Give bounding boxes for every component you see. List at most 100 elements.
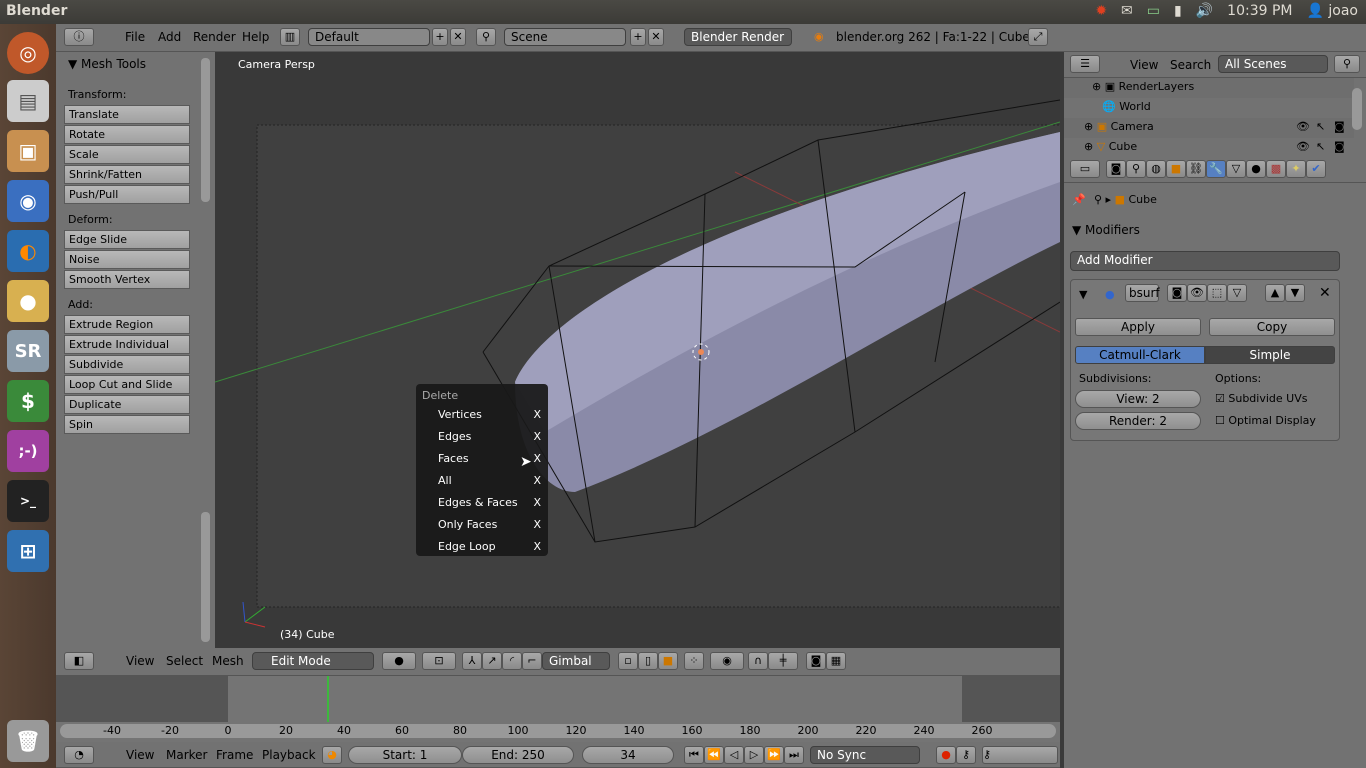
menu-playback[interactable]: Playback [262,748,316,762]
move-up-button[interactable]: ▲ [1265,284,1285,302]
menu-mesh[interactable]: Mesh [212,654,244,668]
snap-element-select[interactable]: ╪ [768,652,798,670]
blender-icon[interactable]: ◐ [7,230,49,272]
editor-type-properties-icon[interactable]: ▭ [1070,160,1100,178]
play-button[interactable]: ▷ [744,746,764,764]
loop-cut-button[interactable]: Loop Cut and Slide [64,375,190,394]
noise-button[interactable]: Noise [64,250,190,269]
network-icon[interactable]: ▮ [1174,3,1182,19]
subdivide-uvs-checkbox[interactable]: ☑ Subdivide UVs [1215,392,1307,405]
push-pull-button[interactable]: Push/Pull [64,185,190,204]
outliner-row-world[interactable]: 🌐 World [1064,98,1354,118]
proportional-edit-select[interactable]: ◉ [710,652,744,670]
collapse-arrow-icon[interactable]: ▼ [1079,288,1087,301]
chat-app-icon[interactable]: ;-) [7,430,49,472]
menu-item-all[interactable]: AllX [438,474,543,487]
mode-select[interactable]: Edit Mode [252,652,374,670]
menu-item-vertices[interactable]: VerticesX [438,408,543,421]
tab-render[interactable]: ◙ [1106,160,1126,178]
show-editmode-toggle[interactable]: ⬚ [1207,284,1227,302]
layout-add-button[interactable]: + [432,28,448,46]
menu-view-outliner[interactable]: View [1130,58,1158,72]
vertex-select-mode[interactable]: ▫ [618,652,638,670]
menu-item-edge-loop[interactable]: Edge LoopX [438,540,543,553]
outliner-row-cube[interactable]: ⊕ ▽ Cube👁↖◙ [1064,138,1354,158]
layout-select[interactable]: Default [308,28,430,46]
renderable-icon[interactable]: ◙ [1334,140,1345,153]
scale-button[interactable]: Scale [64,145,190,164]
layout-remove-button[interactable]: ✕ [450,28,466,46]
volume-icon[interactable]: 🔊 [1196,3,1213,19]
spin-button[interactable]: Spin [64,415,190,434]
menu-select[interactable]: Select [166,654,203,668]
menu-view[interactable]: View [126,654,154,668]
editor-type-info-icon[interactable]: ⓘ [64,28,94,46]
menu-frame[interactable]: Frame [216,748,253,762]
outliner-row-renderlayers[interactable]: ⊕ ▣ RenderLayers [1064,78,1354,98]
scene-select[interactable]: Scene [504,28,626,46]
workspace-switcher-icon[interactable]: ⊞ [7,530,49,572]
scale-manipulator[interactable]: ⌐ [522,652,542,670]
timeline-ruler[interactable]: -40-200204060801001201401601802002202402… [60,724,1056,738]
tab-data[interactable]: ▽ [1226,160,1246,178]
remove-modifier-icon[interactable]: ✕ [1319,285,1331,301]
outliner-scrollbar[interactable] [1352,88,1362,130]
end-frame-field[interactable]: End: 250 [462,746,574,764]
tab-constraints[interactable]: ⛓ [1186,160,1206,178]
tab-physics[interactable]: ✔ [1306,160,1326,178]
duplicate-button[interactable]: Duplicate [64,395,190,414]
sync-select[interactable]: No Sync [810,746,920,764]
layout-icon[interactable]: ▥ [280,28,300,46]
jump-keyframe-back-button[interactable]: ⏪ [704,746,724,764]
files-icon[interactable]: ▤ [7,80,49,122]
menu-marker[interactable]: Marker [166,748,207,762]
scene-icon[interactable]: ⚲ [476,28,496,46]
jump-end-button[interactable]: ⏭ [784,746,804,764]
modifier-name-field[interactable]: bsurf [1125,284,1159,302]
show-viewport-toggle[interactable]: 👁 [1187,284,1207,302]
edge-select-mode[interactable]: ▯ [638,652,658,670]
menu-help[interactable]: Help [242,30,269,44]
tab-simple[interactable]: Simple [1205,346,1335,364]
subdivide-button[interactable]: Subdivide [64,355,190,374]
auto-keyframe-toggle[interactable]: ● [936,746,956,764]
firefox-icon[interactable]: ◉ [7,180,49,222]
smooth-vertex-button[interactable]: Smooth Vertex [64,270,190,289]
start-frame-field[interactable]: Start: 1 [348,746,462,764]
tab-material[interactable]: ● [1246,160,1266,178]
sr-app-icon[interactable]: SR [7,330,49,372]
pivot-select[interactable]: ⊡ [422,652,456,670]
editor-type-3d-icon[interactable]: ◧ [64,652,94,670]
menu-add[interactable]: Add [158,30,181,44]
show-render-toggle[interactable]: ◙ [1167,284,1187,302]
mesh-tools-panel-title[interactable]: ▼ Mesh Tools [68,57,146,71]
limit-selection-toggle[interactable]: ⁘ [684,652,704,670]
render-opengl-button[interactable]: ◙ [806,652,826,670]
outliner-row-camera[interactable]: ⊕ ▣ Camera👁↖◙ [1064,118,1354,138]
outliner-filter-select[interactable]: All Scenes [1218,55,1328,73]
rotate-manipulator[interactable]: ◜ [502,652,522,670]
renderable-icon[interactable]: ◙ [1334,120,1345,133]
trash-icon[interactable]: 🗑 [7,720,49,762]
shelf-scrollbar[interactable] [201,58,210,202]
tab-world[interactable]: ◍ [1146,160,1166,178]
visibility-eye-icon[interactable]: 👁 [1296,140,1310,153]
shelf-scrollbar-lower[interactable] [201,512,210,642]
fullscreen-icon[interactable]: ⤢ [1028,28,1048,46]
menu-item-only-faces[interactable]: Only FacesX [438,518,543,531]
extrude-region-button[interactable]: Extrude Region [64,315,190,334]
ubuntu-dash-icon[interactable]: ◎ [7,32,49,74]
money-app-icon[interactable]: $ [7,380,49,422]
preview-range-toggle[interactable]: ◕ [322,746,342,764]
menu-item-edges[interactable]: EdgesX [438,430,543,443]
manipulator-toggle[interactable]: ⅄ [462,652,482,670]
editor-type-outliner-icon[interactable]: ☰ [1070,55,1100,73]
editor-type-timeline-icon[interactable]: ◔ [64,746,94,764]
copy-button[interactable]: Copy [1209,318,1335,336]
edge-slide-button[interactable]: Edge Slide [64,230,190,249]
modifiers-panel-header[interactable]: ▼ Modifiers [1072,223,1140,237]
apply-button[interactable]: Apply [1075,318,1201,336]
current-frame-line[interactable] [327,676,329,722]
scene-remove-button[interactable]: ✕ [648,28,664,46]
extrude-individual-button[interactable]: Extrude Individual [64,335,190,354]
